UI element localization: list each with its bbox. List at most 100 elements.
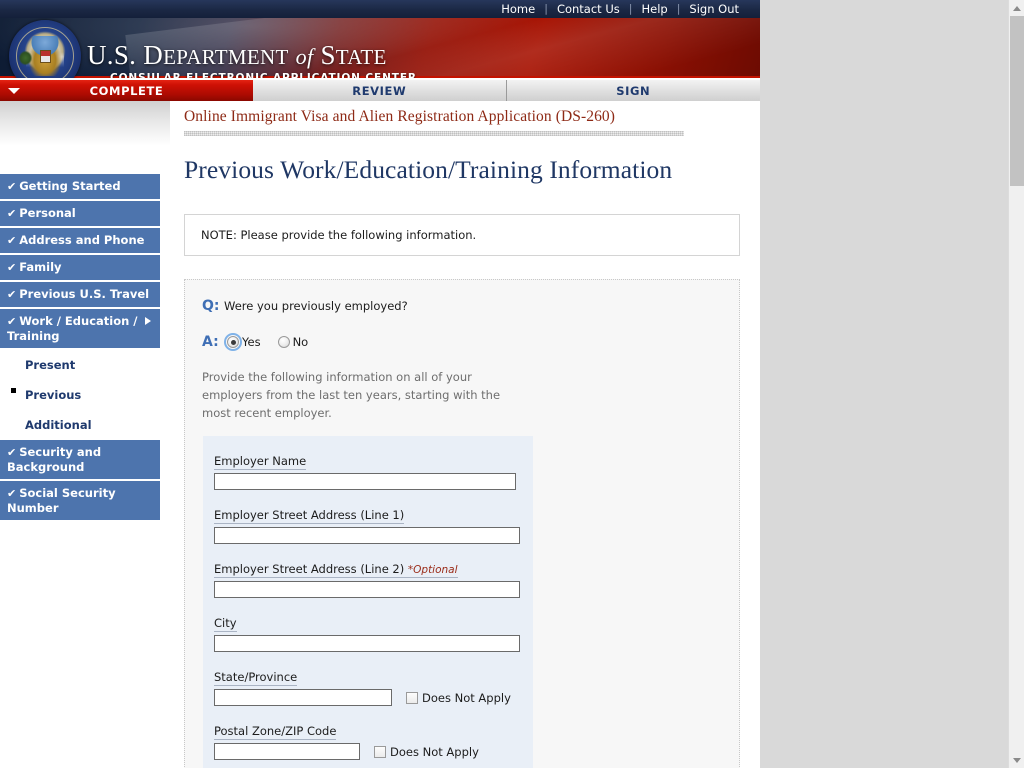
nav-link-contact-us[interactable]: Contact Us <box>548 0 629 18</box>
sidebar-subitem-label: Additional <box>25 418 92 432</box>
label-street-address-2-text: Employer Street Address (Line 2) <box>214 562 405 576</box>
radio-option-no[interactable]: No <box>275 335 309 349</box>
label-employer-name: Employer Name <box>214 454 307 470</box>
radio-no-label: No <box>292 335 309 349</box>
check-icon: ✔ <box>7 315 17 328</box>
note-box: NOTE: Please provide the following infor… <box>184 214 740 256</box>
optional-marker: *Optional <box>407 564 458 576</box>
sidebar-item-label: Address and Phone <box>19 233 145 247</box>
radio-option-yes[interactable]: Yes <box>224 333 261 351</box>
nav-link-home[interactable]: Home <box>492 0 544 18</box>
tab-sign-label: SIGN <box>616 83 651 98</box>
chevron-down-icon <box>1013 757 1021 763</box>
nav-link-sign-out[interactable]: Sign Out <box>680 0 748 18</box>
sidebar-item-label: Family <box>19 260 62 274</box>
sidebar-subitem-additional[interactable]: Additional <box>0 410 160 440</box>
postal-zip-input[interactable] <box>214 743 360 760</box>
sidebar-item-social-security-number[interactable]: ✔ Social Security Number <box>0 481 160 522</box>
employer-name-input[interactable] <box>214 473 516 490</box>
sidebar-subitem-previous[interactable]: Previous <box>0 380 160 410</box>
label-city: City <box>214 616 237 632</box>
title-epartment: EPARTMENT <box>163 45 289 69</box>
tab-sign[interactable]: SIGN <box>506 80 760 101</box>
checkbox-icon[interactable] <box>406 691 418 704</box>
sidebar-item-previous-us-travel[interactable]: ✔ Previous U.S. Travel <box>0 282 160 309</box>
scroll-down-button[interactable] <box>1009 752 1024 768</box>
nav-link-help[interactable]: Help <box>632 0 676 18</box>
title-of: of <box>295 44 314 69</box>
state-province-input[interactable] <box>214 689 392 706</box>
tab-review[interactable]: REVIEW <box>253 80 507 101</box>
city-input[interactable] <box>214 635 520 652</box>
scroll-up-button[interactable] <box>1009 0 1024 16</box>
sidebar-nav: ✔ Getting Started ✔ Personal ✔ Address and … <box>0 174 160 522</box>
sidebar-item-label: Previous U.S. Travel <box>19 287 150 301</box>
check-icon: ✔ <box>7 261 17 274</box>
title-divider <box>184 131 684 136</box>
tab-complete-label: COMPLETE <box>89 83 164 98</box>
postal-zip-row: Does Not Apply <box>214 743 533 760</box>
check-icon: ✔ <box>7 487 17 500</box>
radio-yes-input[interactable] <box>224 333 242 351</box>
check-icon: ✔ <box>7 446 17 459</box>
field-group-employer-name: Employer Name <box>214 450 533 490</box>
seal-olive-branch <box>19 51 32 65</box>
tab-complete[interactable]: COMPLETE <box>0 80 253 101</box>
sidebar-subitem-label: Present <box>25 358 76 372</box>
sidebar-subitem-present[interactable]: Present <box>0 350 160 380</box>
sidebar-item-work-education-training[interactable]: ✔ Work / Education / Training <box>0 309 160 350</box>
field-group-state-province: State/Province Does Not Apply <box>214 666 533 706</box>
field-group-street-address-1: Employer Street Address (Line 1) <box>214 504 533 544</box>
check-icon: ✔ <box>7 234 17 247</box>
sidebar-item-address-and-phone[interactable]: ✔ Address and Phone <box>0 228 160 255</box>
application-subtitle: Online Immigrant Visa and Alien Registra… <box>184 108 616 125</box>
sidebar-item-security-and-background[interactable]: ✔ Security and Background <box>0 440 160 481</box>
label-street-address-1: Employer Street Address (Line 1) <box>214 508 405 524</box>
title-s: S <box>320 40 336 70</box>
sidebar-item-personal[interactable]: ✔ Personal <box>0 201 160 228</box>
seal-shield <box>40 50 51 63</box>
department-subtitle: CONSULAR ELECTRONIC APPLICATION CENTER <box>110 72 417 78</box>
postal-zip-does-not-apply[interactable]: Does Not Apply <box>374 745 479 759</box>
does-not-apply-label: Does Not Apply <box>390 744 479 759</box>
radio-no-input[interactable] <box>277 336 290 348</box>
answer-row: A: Yes No <box>185 333 739 351</box>
does-not-apply-label: Does Not Apply <box>422 690 511 705</box>
street-address-2-input[interactable] <box>214 581 520 598</box>
chevron-right-icon <box>145 317 151 325</box>
sidebar-item-label: Social Security Number <box>7 486 116 515</box>
caret-down-icon <box>8 88 20 94</box>
title-d: D <box>143 40 164 70</box>
employer-fields-panel: Employer Name Employer Street Address (L… <box>203 436 533 768</box>
chevron-up-icon <box>1013 5 1021 11</box>
answer-prefix: A: <box>202 334 219 350</box>
sidebar-item-getting-started[interactable]: ✔ Getting Started <box>0 174 160 201</box>
scrollbar-thumb[interactable] <box>1010 16 1024 186</box>
page-title: Previous Work/Education/Training Informa… <box>184 155 673 184</box>
field-group-city: City <box>214 612 533 652</box>
label-state-province: State/Province <box>214 670 298 686</box>
sidebar-item-family[interactable]: ✔ Family <box>0 255 160 282</box>
current-page-bullet-icon <box>11 388 16 393</box>
check-icon: ✔ <box>7 207 17 220</box>
checkbox-icon[interactable] <box>374 745 386 758</box>
title-us: U.S. <box>87 40 137 70</box>
question-row: Q: Were you previously employed? <box>185 298 739 314</box>
sidebar-subitem-label: Previous <box>25 388 82 402</box>
vertical-scrollbar[interactable] <box>1008 0 1024 768</box>
state-province-does-not-apply[interactable]: Does Not Apply <box>406 691 511 705</box>
sidebar-item-label: Security and Background <box>7 445 102 474</box>
street-address-1-input[interactable] <box>214 527 520 544</box>
label-postal-zip: Postal Zone/ZIP Code <box>214 724 337 740</box>
employed-radio-group: Yes No <box>224 333 322 351</box>
us-department-of-state-seal-icon <box>9 20 81 78</box>
label-street-address-2: Employer Street Address (Line 2) *Option… <box>214 562 458 578</box>
sidebar-top-gradient <box>0 101 170 146</box>
main-content: Online Immigrant Visa and Alien Registra… <box>184 108 754 768</box>
page-root: Home | Contact Us | Help | Sign Out U.S.… <box>0 0 760 768</box>
sidebar-item-label: Getting Started <box>19 179 121 193</box>
title-tate: TATE <box>335 45 387 69</box>
sidebar-item-label: Work / Education / Training <box>7 314 138 343</box>
check-icon: ✔ <box>7 288 17 301</box>
help-text: Provide the following information on all… <box>202 370 501 420</box>
